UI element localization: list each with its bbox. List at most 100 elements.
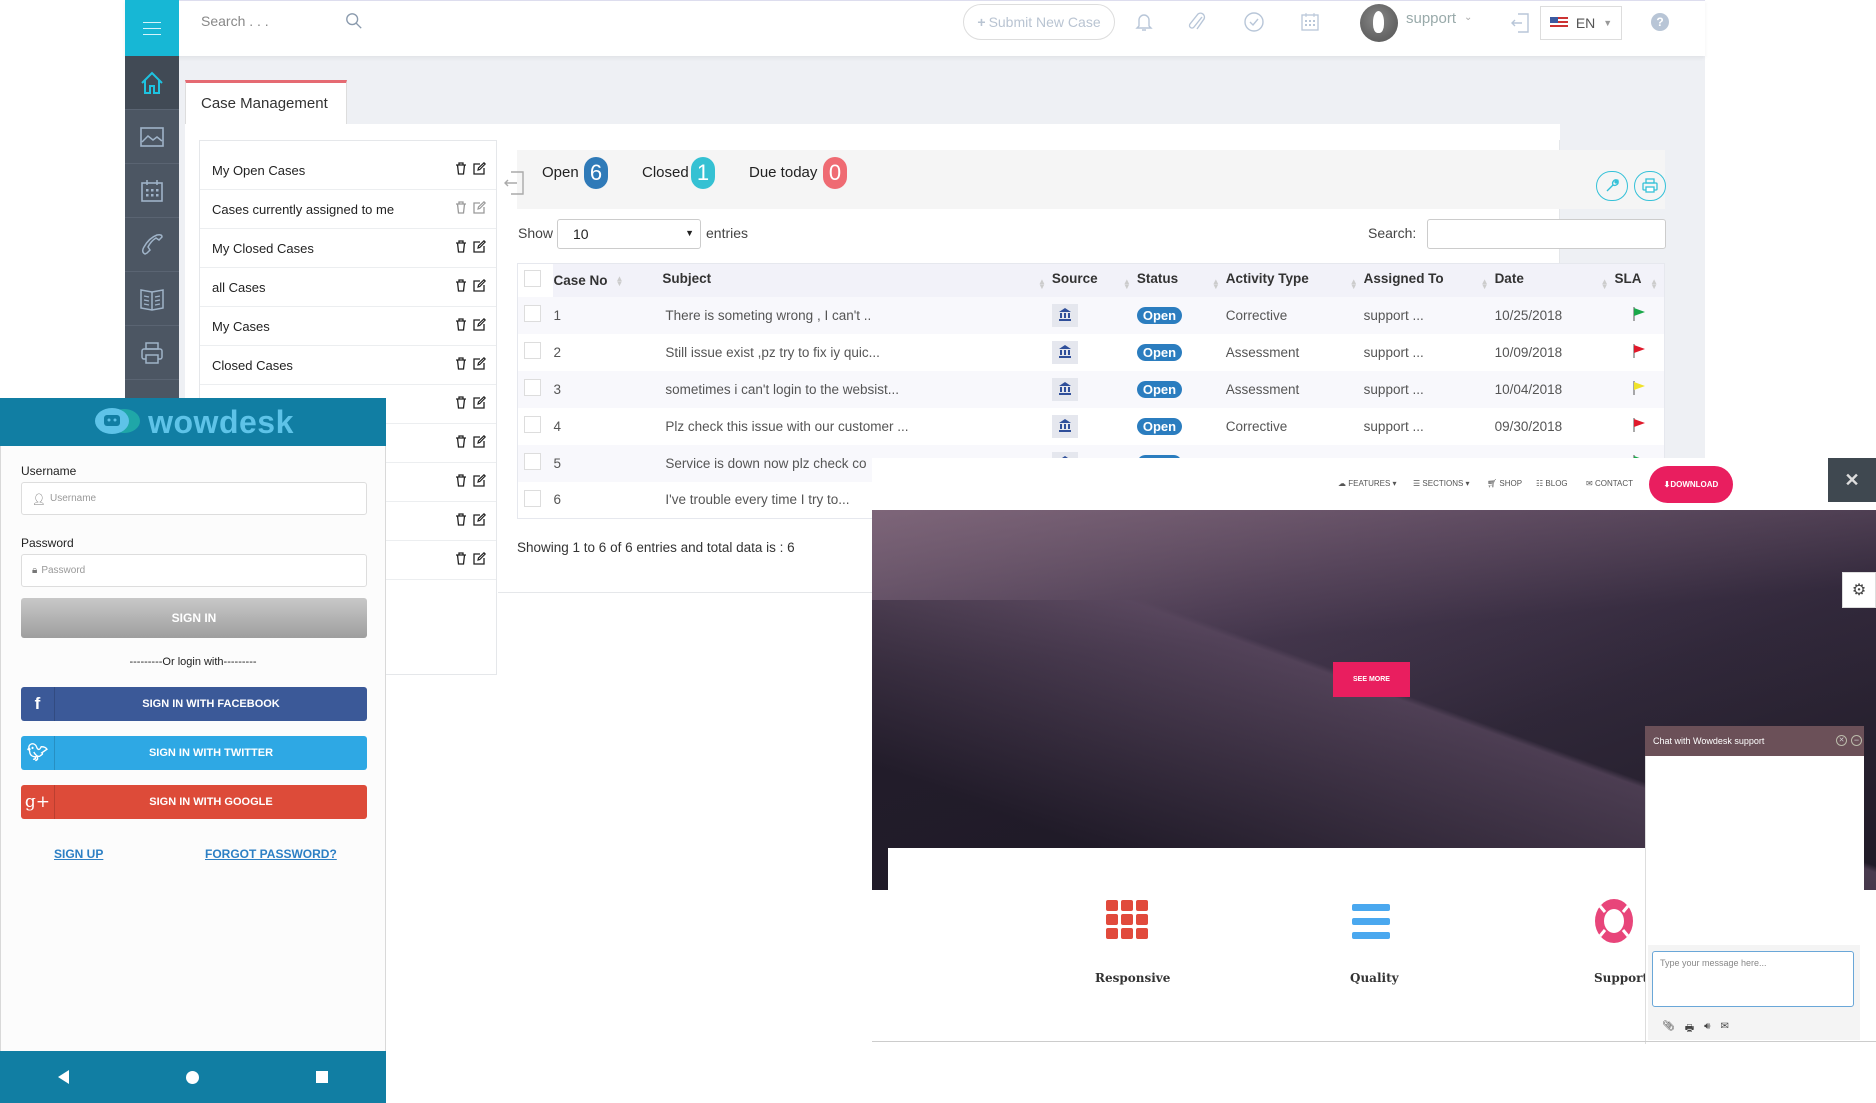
search-icon[interactable] <box>345 12 363 30</box>
row-checkbox[interactable] <box>524 489 541 507</box>
download-button[interactable]: ⬇ DOWNLOAD <box>1649 466 1733 503</box>
trash-icon[interactable] <box>455 357 467 370</box>
close-icon[interactable]: ✕ <box>1828 458 1876 502</box>
trash-icon[interactable] <box>455 435 467 448</box>
row-checkbox[interactable] <box>524 416 541 433</box>
back-icon[interactable] <box>58 1070 70 1084</box>
chat-minimize-icon[interactable]: − <box>1851 735 1862 746</box>
row-checkbox[interactable] <box>524 342 541 359</box>
row-checkbox[interactable] <box>524 453 541 470</box>
closed-count-label[interactable]: Closed <box>642 164 689 181</box>
home-circle-icon[interactable] <box>185 1070 199 1084</box>
sidebar-item-print[interactable] <box>125 326 179 380</box>
subject-cell[interactable]: sometimes i can't login to the websist..… <box>650 370 1052 408</box>
trash-icon[interactable] <box>455 474 467 487</box>
print-icon[interactable]: 🖶 <box>1685 1021 1694 1038</box>
nav-blog[interactable]: ☷ BLOG <box>1536 479 1568 488</box>
nav-sections[interactable]: ☰ SECTIONS ▾ <box>1413 479 1470 488</box>
column-header-case-no[interactable]: Case No ▲ ▼ <box>553 263 651 297</box>
submit-new-case-button[interactable]: + Submit New Case <box>963 4 1115 40</box>
user-avatar[interactable] <box>1360 4 1398 42</box>
case-list-item[interactable]: Cases currently assigned to me <box>200 190 496 229</box>
sidebar-item-media[interactable] <box>125 110 179 164</box>
sound-icon[interactable]: 🔊︎ <box>1704 1021 1710 1038</box>
due-today-label[interactable]: Due today <box>749 164 817 181</box>
column-header-assigned-to[interactable]: Assigned To ▲ ▼ <box>1363 263 1495 297</box>
user-menu[interactable]: support <box>1406 10 1456 27</box>
edit-icon[interactable] <box>473 552 486 565</box>
table-row[interactable]: 2 Still issue exist ,pz try to fix iy qui… <box>517 333 1665 371</box>
case-list-item[interactable]: Closed Cases <box>200 346 496 385</box>
chat-close-icon[interactable]: ✕ <box>1836 735 1847 746</box>
nav-contact[interactable]: ✉ CONTACT <box>1586 479 1633 488</box>
sidebar-item-home[interactable] <box>125 56 179 110</box>
column-header-subject[interactable]: Subject ▲ ▼ <box>650 263 1052 297</box>
email-transcript-icon[interactable]: ✉ <box>1720 1021 1728 1038</box>
subject-cell[interactable]: There is someting wrong , I can't .. <box>650 296 1052 334</box>
closed-count-badge[interactable]: 1 <box>691 157 715 189</box>
subject-cell[interactable]: Plz check this issue with our customer .… <box>650 407 1052 445</box>
case-list-item[interactable]: all Cases <box>200 268 496 307</box>
global-search-input[interactable]: Search . . . <box>201 13 269 29</box>
column-header-date[interactable]: Date ▲ ▼ <box>1494 263 1615 297</box>
nav-shop[interactable]: 🛒︎ SHOP <box>1487 479 1522 488</box>
page-size-select[interactable]: 10 <box>557 219 701 249</box>
select-all-checkbox[interactable] <box>524 270 541 288</box>
row-checkbox[interactable] <box>524 379 541 396</box>
trash-icon[interactable] <box>455 396 467 409</box>
chevron-down-icon[interactable]: ⌄ <box>1464 12 1472 23</box>
edit-icon[interactable] <box>473 435 486 448</box>
trash-icon[interactable] <box>455 201 467 214</box>
chat-message-input[interactable]: Type your message here... <box>1652 951 1854 1007</box>
sidebar-item-calendar[interactable] <box>125 164 179 218</box>
forgot-password-link[interactable]: FORGOT PASSWORD? <box>205 847 337 861</box>
settings-button[interactable] <box>1596 171 1628 201</box>
attach-icon[interactable]: 📎︎ <box>1662 1021 1675 1038</box>
trash-icon[interactable] <box>455 552 467 565</box>
collapse-panel-icon[interactable] <box>503 170 525 196</box>
sidebar-item-calls[interactable] <box>125 218 179 272</box>
calendar-icon[interactable] <box>1299 11 1321 33</box>
check-circle-icon[interactable] <box>1243 11 1265 33</box>
column-header-sla[interactable]: SLA ▲ ▼ <box>1614 263 1665 297</box>
language-select[interactable]: EN ▼ <box>1540 6 1622 40</box>
case-list-item[interactable]: My Open Cases <box>200 151 496 190</box>
open-count-label[interactable]: Open <box>542 164 579 181</box>
print-button[interactable] <box>1634 171 1666 201</box>
edit-icon[interactable] <box>473 162 486 175</box>
see-more-button[interactable]: SEE MORE <box>1333 662 1410 697</box>
column-header-activity-type[interactable]: Activity Type ▲ ▼ <box>1225 263 1364 297</box>
edit-icon[interactable] <box>473 240 486 253</box>
trash-icon[interactable] <box>455 240 467 253</box>
edit-icon[interactable] <box>473 201 486 214</box>
gear-icon[interactable]: ⚙ <box>1842 572 1876 608</box>
table-row[interactable]: 3 sometimes i can't login to the websist.… <box>517 370 1665 408</box>
table-row[interactable]: 4 Plz check this issue with our customer … <box>517 407 1665 445</box>
recents-square-icon[interactable] <box>315 1071 328 1083</box>
edit-icon[interactable] <box>473 396 486 409</box>
subject-cell[interactable]: Still issue exist ,pz try to fix iy quic… <box>650 333 1052 371</box>
tab-case-management[interactable]: Case Management <box>185 80 347 124</box>
facebook-signin-button[interactable]: f SIGN IN WITH FACEBOOK <box>21 687 367 721</box>
edit-icon[interactable] <box>473 513 486 526</box>
sign-in-button[interactable]: SIGN IN <box>21 598 367 638</box>
row-checkbox[interactable] <box>524 305 541 322</box>
edit-icon[interactable] <box>473 357 486 370</box>
help-icon[interactable]: ? <box>1651 13 1669 31</box>
bell-icon[interactable] <box>1133 11 1155 33</box>
google-signin-button[interactable]: g+ SIGN IN WITH GOOGLE <box>21 785 367 819</box>
menu-toggle-button[interactable] <box>125 0 179 56</box>
logout-icon[interactable] <box>1510 12 1530 34</box>
table-search-input[interactable] <box>1427 219 1666 249</box>
trash-icon[interactable] <box>455 318 467 331</box>
due-today-badge[interactable]: 0 <box>823 157 847 189</box>
table-row[interactable]: 1 There is someting wrong , I can't .. Ope… <box>517 296 1665 334</box>
username-field[interactable]: 👤︎ Username <box>21 482 367 515</box>
twitter-signin-button[interactable]: 🐦︎ SIGN IN WITH TWITTER <box>21 736 367 770</box>
trash-icon[interactable] <box>455 279 467 292</box>
case-list-item[interactable]: My Cases <box>200 307 496 346</box>
nav-features[interactable]: ☁︎ FEATURES ▾ <box>1338 479 1397 488</box>
edit-icon[interactable] <box>473 318 486 331</box>
sign-up-link[interactable]: SIGN UP <box>54 847 103 861</box>
trash-icon[interactable] <box>455 162 467 175</box>
